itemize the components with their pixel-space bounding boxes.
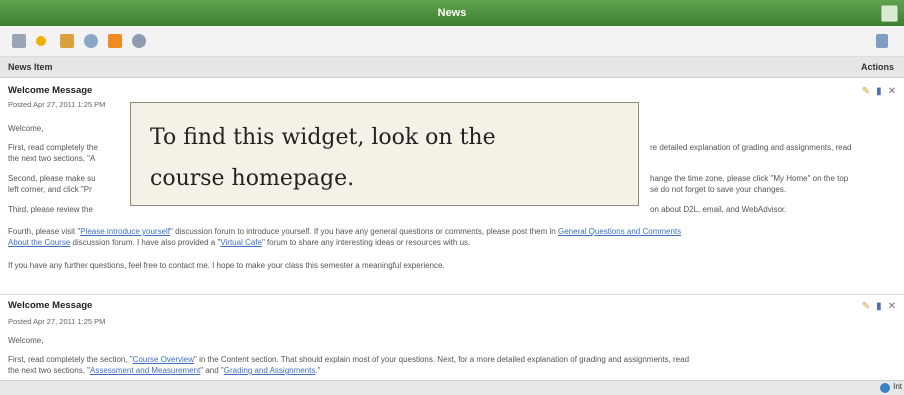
sort-icon[interactable]: [60, 34, 74, 48]
add-icon[interactable]: [36, 36, 46, 46]
general-questions-link[interactable]: General Questions and Comments: [558, 227, 681, 236]
introduce-yourself-link[interactable]: Please introduce yourself: [80, 227, 170, 236]
grading-link[interactable]: Grading and Assignments: [224, 366, 316, 375]
greeting: Welcome,: [8, 336, 44, 345]
help-icon[interactable]: [132, 34, 146, 48]
news-item-title[interactable]: Welcome Message: [8, 300, 92, 311]
browser-statusbar: Int: [0, 380, 904, 395]
virtual-cafe-link[interactable]: Virtual Cafe: [220, 238, 262, 247]
close-icon[interactable]: ✕: [888, 301, 896, 312]
edit-icon[interactable]: ✎: [862, 301, 870, 312]
news-item-actions: ✎ ▮ ✕: [856, 301, 896, 312]
widget-titlebar: News: [0, 0, 904, 26]
close-icon[interactable]: ✕: [888, 86, 896, 97]
delete-icon[interactable]: ▮: [876, 301, 882, 312]
news-toolbar: [0, 26, 904, 57]
callout-line-1: To find this widget, look on the: [150, 125, 496, 150]
column-header: News Item Actions: [0, 57, 904, 78]
widget-title: News: [437, 7, 467, 19]
paragraph-4: Fourth, please visit "Please introduce y…: [8, 227, 682, 247]
course-overview-link[interactable]: Course Overview: [133, 355, 194, 364]
paragraph-5: If you have any further questions, feel …: [8, 261, 445, 270]
news-item: Welcome Message Posted Apr 27, 2011 1:25…: [0, 297, 904, 379]
callout-line-2: course homepage.: [150, 166, 355, 191]
instruction-callout: To find this widget, look on the course …: [130, 102, 639, 206]
news-item-column: News Item: [8, 62, 53, 72]
grid-icon[interactable]: [12, 34, 26, 48]
about-course-link[interactable]: About the Course: [8, 238, 70, 247]
edit-icon[interactable]: ✎: [862, 86, 870, 97]
delete-icon[interactable]: ▮: [876, 86, 882, 97]
settings-icon[interactable]: [84, 34, 98, 48]
paragraph-1: First, read completely the section, "Cou…: [8, 355, 690, 375]
status-text: Int: [893, 382, 902, 391]
news-item-actions: ✎ ▮ ✕: [856, 86, 896, 97]
globe-icon: [880, 383, 890, 393]
filter-icon[interactable]: [876, 34, 888, 48]
assessment-link[interactable]: Assessment and Measurement: [90, 366, 200, 375]
rss-icon[interactable]: [108, 34, 122, 48]
news-item-date: Posted Apr 27, 2011 1:25 PM: [8, 317, 106, 326]
actions-column: Actions: [860, 62, 894, 72]
news-item-title[interactable]: Welcome Message: [8, 85, 92, 96]
news-item-date: Posted Apr 27, 2011 1:25 PM: [8, 100, 106, 109]
item-divider: [0, 294, 904, 295]
collapse-icon[interactable]: [881, 5, 898, 22]
